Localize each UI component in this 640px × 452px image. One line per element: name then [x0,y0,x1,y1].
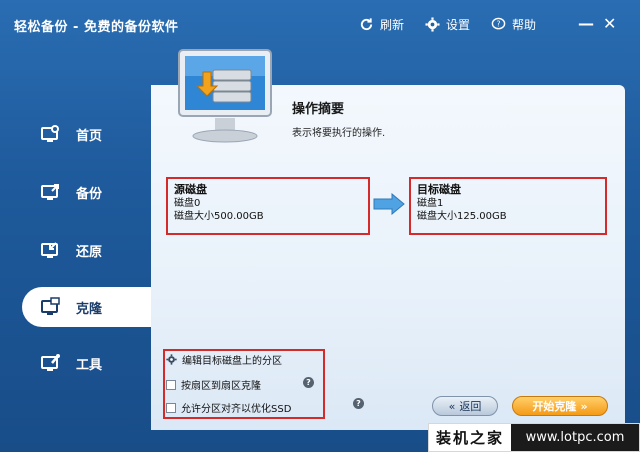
tools-icon [41,354,60,371]
target-disk-size: 磁盘大小125.00GB [417,211,507,222]
close-button[interactable]: ✕ [603,14,616,33]
gear-icon [424,17,440,33]
sidebar-item-backup[interactable]: 备份 [22,172,152,212]
source-disk-box[interactable]: 源磁盘 磁盘0 磁盘大小500.00GB [166,177,370,235]
edit-partitions-label: 编辑目标磁盘上的分区 [182,356,282,367]
align-ssd-option[interactable]: 允许分区对齐以优化SSD [166,400,291,415]
summary-subtitle: 表示将要执行的操作. [292,128,386,139]
back-button[interactable]: « 返回 [432,396,498,416]
align-ssd-checkbox[interactable] [166,402,176,413]
arrow-right-icon [373,193,405,215]
title-bar: 轻松备份 - 免费的备份软件 刷新 设置 ? 帮助 — ✕ [0,0,640,52]
sector-clone-option[interactable]: 按扇区到扇区克隆 [166,377,261,392]
edit-partitions-option[interactable]: 编辑目标磁盘上的分区 [166,352,282,367]
refresh-button[interactable]: 刷新 [358,16,404,33]
summary-title: 操作摘要 [292,102,345,117]
help-label: 帮助 [512,18,537,32]
gear-icon [166,354,177,365]
settings-label: 设置 [446,18,471,32]
app-title: 轻松备份 - 免费的备份软件 [14,20,179,35]
start-label: 开始克隆 [532,400,577,413]
backup-icon [41,184,59,200]
clone-icon [41,297,60,315]
sidebar-item-label: 备份 [76,186,103,202]
source-disk-name: 磁盘0 [174,198,201,209]
refresh-icon [358,17,374,33]
sector-clone-checkbox[interactable] [166,379,176,390]
sidebar-item-label: 工具 [76,357,103,373]
back-arrow-icon: « [448,399,456,413]
sidebar-item-clone[interactable]: 克隆 [22,287,154,327]
help-icon[interactable]: ? [353,398,364,409]
watermark-brand: 装机之家 [435,429,504,447]
source-disk-header: 源磁盘 [174,183,207,196]
refresh-label: 刷新 [380,18,405,32]
align-ssd-label: 允许分区对齐以优化SSD [181,404,292,415]
back-label: 返回 [459,400,482,413]
app-window: 轻松备份 - 免费的备份软件 刷新 设置 ? 帮助 — ✕ 首页 备份 还原 克… [0,0,640,452]
svg-text:?: ? [496,19,500,28]
watermark: 装机之家 www.lotpc.com [428,423,640,452]
help-bubble-icon: ? [490,17,506,33]
monitor-disk-icon [178,49,272,143]
watermark-url: www.lotpc.com [511,424,639,451]
sidebar-item-label: 克隆 [76,301,103,317]
sidebar-item-home[interactable]: 首页 [22,114,152,154]
home-icon [41,125,59,142]
target-disk-header: 目标磁盘 [417,183,461,196]
settings-button[interactable]: 设置 [424,16,470,33]
target-disk-name: 磁盘1 [417,198,444,209]
restore-icon [41,242,58,258]
help-icon[interactable]: ? [303,377,314,388]
sidebar-item-tools[interactable]: 工具 [22,343,152,383]
sidebar-item-label: 首页 [76,128,103,144]
sidebar-item-label: 还原 [76,244,103,260]
start-clone-button[interactable]: 开始克隆 » [512,396,608,416]
sector-clone-label: 按扇区到扇区克隆 [181,381,261,392]
source-disk-size: 磁盘大小500.00GB [174,211,264,222]
target-disk-box[interactable]: 目标磁盘 磁盘1 磁盘大小125.00GB [409,177,607,235]
sidebar-item-restore[interactable]: 还原 [22,230,152,270]
minimize-button[interactable]: — [578,14,594,33]
forward-arrow-icon: » [580,399,588,413]
help-button[interactable]: ? 帮助 [490,16,536,33]
